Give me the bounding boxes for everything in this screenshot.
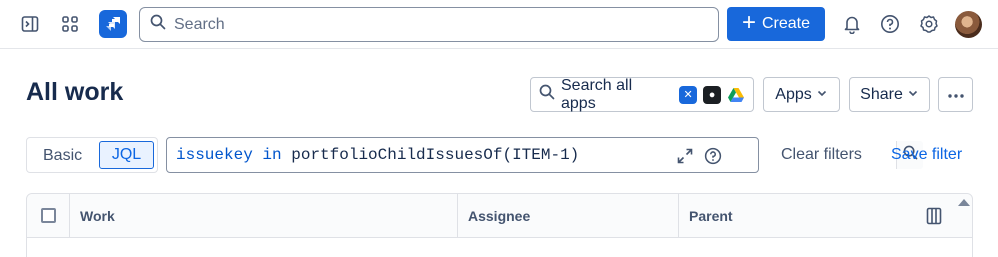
scroll-up-arrow-icon[interactable] <box>958 199 970 206</box>
more-horizontal-icon <box>947 86 965 104</box>
sidebar-toggle-icon[interactable] <box>16 10 44 38</box>
jql-query-field[interactable]: issuekey in portfolioChildIssuesOf(ITEM-… <box>166 137 923 173</box>
jira-logo-icon[interactable] <box>99 10 127 38</box>
user-avatar[interactable] <box>955 11 982 38</box>
jql-operator-token: in <box>262 146 282 164</box>
search-icon <box>150 14 166 35</box>
apps-button-label: Apps <box>775 85 812 103</box>
jql-mode-tab[interactable]: JQL <box>99 141 154 169</box>
apps-dropdown-button[interactable]: Apps <box>763 77 840 112</box>
select-all-checkbox[interactable] <box>41 208 56 223</box>
create-button[interactable]: + Create <box>727 7 825 41</box>
bell-icon[interactable] <box>838 10 866 38</box>
github-app-icon: ● <box>703 85 722 104</box>
work-items-table: Work Assignee Parent <box>26 193 973 257</box>
more-actions-button[interactable] <box>938 77 973 112</box>
confluence-app-icon: ✕ <box>679 85 698 104</box>
jql-function-token: portfolioChildIssuesOf(ITEM-1) <box>291 146 580 164</box>
search-input[interactable] <box>174 15 694 34</box>
jql-query-text[interactable]: issuekey in portfolioChildIssuesOf(ITEM-… <box>176 146 579 164</box>
chevron-down-icon <box>907 86 919 104</box>
global-search-field[interactable] <box>139 7 719 42</box>
app-switcher-icon[interactable] <box>56 10 84 38</box>
search-all-apps-label: Search all apps <box>561 76 633 112</box>
share-dropdown-button[interactable]: Share <box>849 77 930 112</box>
top-navigation-bar: + Create <box>0 0 998 49</box>
column-picker-icon[interactable] <box>926 207 942 230</box>
save-filter-button[interactable]: Save filter <box>891 146 962 164</box>
table-header-row: Work Assignee Parent <box>27 194 972 238</box>
column-header-assignee[interactable]: Assignee <box>458 194 679 238</box>
jql-field-token: issuekey <box>176 146 253 164</box>
search-mode-toggle: Basic JQL <box>26 137 158 173</box>
plus-icon: + <box>741 9 756 36</box>
page-title: All work <box>26 78 124 106</box>
search-icon <box>539 84 555 105</box>
help-icon[interactable] <box>876 10 904 38</box>
chevron-down-icon <box>816 86 828 104</box>
expand-icon[interactable] <box>673 144 697 168</box>
column-header-work[interactable]: Work <box>70 194 458 238</box>
search-all-apps-button[interactable]: Search all apps ✕ ● <box>530 77 754 112</box>
basic-mode-tab[interactable]: Basic <box>43 147 82 165</box>
clear-filters-button[interactable]: Clear filters <box>781 146 862 164</box>
share-button-label: Share <box>860 85 903 103</box>
settings-icon[interactable] <box>915 10 943 38</box>
create-button-label: Create <box>761 15 811 32</box>
select-all-cell <box>27 194 70 238</box>
help-icon[interactable] <box>701 144 725 168</box>
google-drive-app-icon <box>727 85 745 104</box>
